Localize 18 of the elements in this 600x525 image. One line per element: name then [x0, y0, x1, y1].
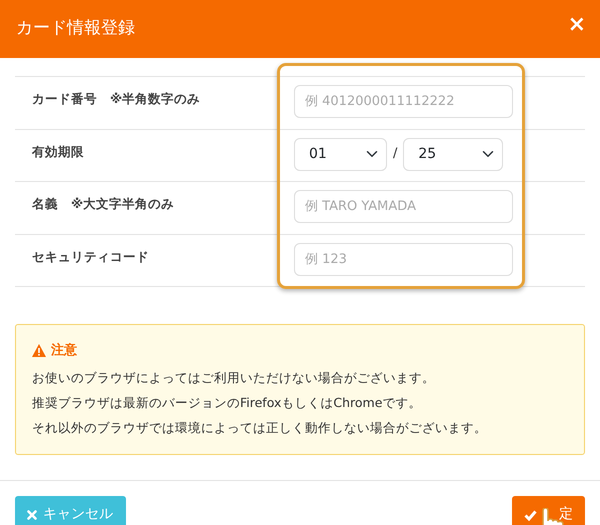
field-label: 有効期限 — [30, 142, 85, 160]
field-label: 名義 ※大文字半角のみ — [30, 195, 176, 213]
modal-title: カード情報登録 — [16, 17, 135, 40]
close-button[interactable]: × — [568, 14, 586, 36]
cancel-button[interactable]: キャンセル — [15, 496, 126, 525]
field-label: セキュリティコード — [31, 248, 150, 266]
notice-text: それ以外のブラウザでは環境によっては正しく動作しない場合がございます。 — [32, 418, 488, 436]
notice-title: 注意 — [51, 342, 77, 360]
notice-text: 推奨ブラウザは最新のバージョンのFirefoxもしくはChromeです。 — [32, 394, 422, 412]
notice-text: お使いのブラウザによってはご利用いただけない場合がございます。 — [32, 368, 436, 386]
date-separator: / — [393, 145, 398, 164]
input-field[interactable]: 例 TARO YAMADA — [294, 190, 513, 223]
input-field[interactable]: 例 4012000011112222 — [294, 85, 513, 118]
confirm-button[interactable]: 定 — [512, 496, 585, 525]
month-select[interactable]: 01 — [294, 138, 387, 170]
input-field[interactable]: 例 123 — [294, 242, 513, 276]
year-select[interactable]: 25 — [403, 138, 504, 170]
field-label: カード番号 ※半角数字のみ — [31, 90, 202, 108]
